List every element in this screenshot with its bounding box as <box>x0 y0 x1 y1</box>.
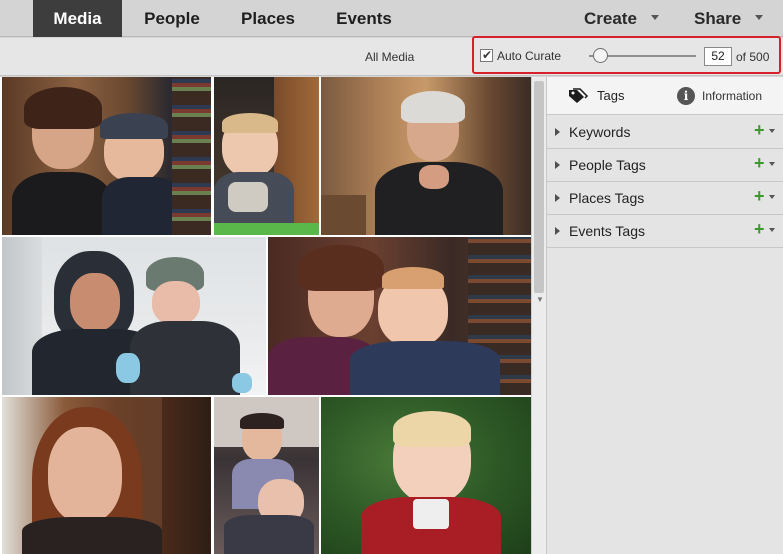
tab-places[interactable]: Places <box>224 0 312 37</box>
chevron-down-icon <box>755 15 764 21</box>
tab-media[interactable]: Media <box>33 0 122 37</box>
section-label: Keywords <box>569 124 631 140</box>
photo-thumbnail[interactable] <box>2 237 266 395</box>
section-label: Places Tags <box>569 190 645 206</box>
create-label: Create <box>584 9 637 28</box>
section-label: Events Tags <box>569 223 646 239</box>
view-label: All Media <box>365 50 415 64</box>
share-label: Share <box>694 9 742 28</box>
info-icon: i <box>677 86 695 105</box>
share-menu[interactable]: Share <box>694 0 764 37</box>
panel-tab-bar: Tags i Information <box>547 77 783 115</box>
tab-tags-label: Tags <box>597 88 625 103</box>
tab-tags[interactable]: Tags <box>567 77 624 115</box>
scrollbar-thumb[interactable] <box>534 81 544 293</box>
photo-thumbnail[interactable] <box>2 397 211 554</box>
section-label: People Tags <box>569 157 646 173</box>
photo-grid <box>0 77 531 554</box>
create-menu[interactable]: Create <box>584 0 659 37</box>
tag-icon <box>569 87 589 103</box>
expand-arrow-icon <box>555 227 560 235</box>
curate-count-input[interactable]: 52 <box>704 47 732 66</box>
chevron-down-icon[interactable] <box>769 129 775 133</box>
section-people-tags[interactable]: People Tags + <box>547 149 783 182</box>
expand-arrow-icon <box>555 194 560 202</box>
chevron-down-icon <box>650 15 659 21</box>
curate-slider-handle[interactable] <box>592 48 608 63</box>
photo-thumbnail[interactable] <box>214 397 319 554</box>
tab-information[interactable]: i Information <box>677 77 762 115</box>
grid-scrollbar[interactable]: ▼ <box>531 77 546 554</box>
section-keywords[interactable]: Keywords + <box>547 116 783 149</box>
tab-events[interactable]: Events <box>320 0 408 37</box>
section-events-tags[interactable]: Events Tags + <box>547 215 783 248</box>
curate-total-label: of 500 <box>736 50 770 64</box>
tab-information-label: Information <box>702 89 763 103</box>
chevron-down-icon[interactable] <box>769 228 775 232</box>
expand-arrow-icon <box>555 128 560 136</box>
expand-arrow-icon <box>555 161 560 169</box>
tab-people[interactable]: People <box>128 0 216 37</box>
chevron-down-icon[interactable] <box>769 162 775 166</box>
photo-thumbnail[interactable] <box>321 77 531 235</box>
chevron-down-icon[interactable] <box>769 195 775 199</box>
scroll-down-icon[interactable]: ▼ <box>536 295 544 304</box>
add-icon[interactable]: + <box>754 187 765 205</box>
auto-curate-label: Auto Curate <box>497 49 562 63</box>
tags-panel: Tags i Information Keywords + People Tags… <box>546 77 783 554</box>
section-places-tags[interactable]: Places Tags + <box>547 182 783 215</box>
photo-thumbnail[interactable] <box>2 77 211 235</box>
add-icon[interactable]: + <box>754 220 765 238</box>
photo-thumbnail[interactable] <box>268 237 531 395</box>
top-navigation: Media People Places Events Create Share <box>0 0 783 37</box>
photo-thumbnail[interactable] <box>321 397 531 554</box>
auto-curate-checkbox[interactable]: ✔ <box>480 48 493 62</box>
add-icon[interactable]: + <box>754 121 765 139</box>
add-icon[interactable]: + <box>754 154 765 172</box>
checkmark-icon: ✔ <box>482 48 493 62</box>
photo-thumbnail[interactable] <box>214 77 319 235</box>
